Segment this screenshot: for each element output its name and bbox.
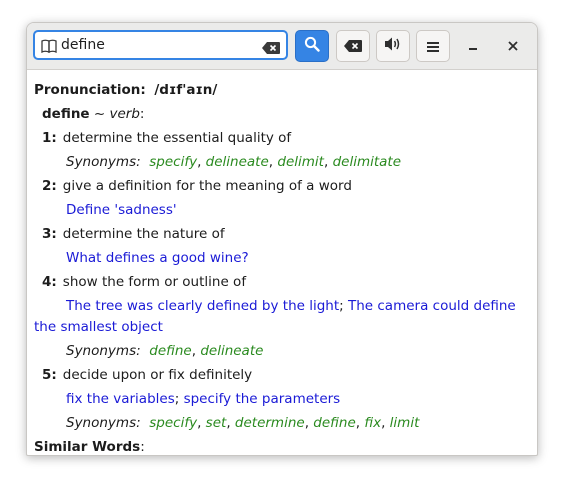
search-button[interactable] (295, 30, 329, 62)
sense-text: determine the essential quality of (62, 130, 292, 146)
minimize-button[interactable] (461, 33, 485, 57)
similar-words-heading: Similar Words: (34, 439, 145, 455)
headword: define (42, 106, 90, 122)
hamburger-menu-icon (427, 37, 439, 56)
example-text: The tree was clearly defined by the ligh… (66, 298, 340, 314)
search-field[interactable] (33, 30, 288, 60)
sense-number: 1: (42, 130, 57, 146)
minimize-icon (468, 36, 478, 55)
example-text: fix the variables (66, 391, 175, 407)
example-text: specify the parameters (183, 391, 341, 407)
dictionary-window: Pronunciation: /dɪf'aɪn/ define ~ verb: … (26, 22, 538, 456)
sense-text: give a definition for the meaning of a w… (62, 178, 352, 194)
sense-5-synonyms: Synonyms: specify, set, determine, defin… (66, 415, 420, 431)
synonym-link[interactable]: delineate (206, 154, 269, 170)
synonym-link[interactable]: limit (390, 415, 420, 431)
separator: ~ (93, 106, 106, 122)
synonym-link[interactable]: define (149, 343, 191, 359)
sense-2: 2: give a definition for the meaning of a… (34, 174, 537, 198)
book-icon (41, 38, 57, 54)
pronunciation-line: Pronunciation: /dɪf'aɪn/ (34, 82, 218, 98)
sense-4-synonyms: Synonyms: define, delineate (66, 343, 264, 359)
headword-line: define ~ verb: (42, 106, 145, 122)
sense-2-examples: Define 'sadness' (34, 198, 537, 222)
sense-number: 4: (42, 274, 57, 290)
synonym-link[interactable]: set (206, 415, 227, 431)
synonym-link[interactable]: determine (235, 415, 305, 431)
sense-5: 5: decide upon or fix definitely (34, 363, 537, 387)
menu-button[interactable] (416, 30, 450, 62)
sense-3-examples: What defines a good wine? (34, 246, 537, 270)
part-of-speech: verb (109, 106, 140, 122)
pronunciation-label: Pronunciation (34, 82, 141, 98)
synonym-link[interactable]: delineate (200, 343, 263, 359)
sense-4: 4: show the form or outline of (34, 270, 537, 294)
synonym-link[interactable]: fix (364, 415, 381, 431)
search-input[interactable] (61, 34, 261, 56)
close-icon (508, 36, 518, 55)
synonym-link[interactable]: define (313, 415, 355, 431)
sense-text: determine the nature of (62, 226, 225, 242)
sense-1-synonyms: Synonyms: specify, delineate, delimit, d… (66, 154, 402, 170)
sense-number: 2: (42, 178, 57, 194)
pronunciation-value: /dɪf'aɪn/ (154, 82, 218, 98)
synonyms-label: Synonyms: (66, 154, 141, 170)
synonym-link[interactable]: delimit (277, 154, 324, 170)
search-icon (304, 36, 320, 56)
close-button[interactable] (501, 33, 525, 57)
sense-1: 1: determine the essential quality of (34, 126, 537, 150)
header-bar (27, 23, 537, 70)
sense-text: show the form or outline of (62, 274, 247, 290)
sense-3: 3: determine the nature of (34, 222, 537, 246)
backspace-icon (344, 37, 362, 56)
example-text: What defines a good wine? (66, 250, 249, 266)
synonym-link[interactable]: specify (149, 154, 197, 170)
sense-4-examples: The tree was clearly defined by the ligh… (34, 298, 516, 335)
clear-text-icon[interactable] (262, 39, 280, 54)
synonym-link[interactable]: delimitate (333, 154, 401, 170)
sense-text: decide upon or fix definitely (62, 367, 253, 383)
sense-number: 3: (42, 226, 57, 242)
sense-number: 5: (42, 367, 57, 383)
definition-content: Pronunciation: /dɪf'aɪn/ define ~ verb: … (27, 70, 537, 455)
example-text: Define 'sadness' (66, 202, 177, 218)
synonyms-label: Synonyms: (66, 415, 141, 431)
synonym-link[interactable]: specify (149, 415, 197, 431)
synonyms-label: Synonyms: (66, 343, 141, 359)
similar-words-label: Similar Words (34, 439, 141, 455)
backspace-button[interactable] (336, 30, 370, 62)
audio-button[interactable] (376, 30, 410, 62)
sense-5-examples: fix the variables; specify the parameter… (66, 391, 341, 407)
speaker-icon (384, 36, 402, 56)
